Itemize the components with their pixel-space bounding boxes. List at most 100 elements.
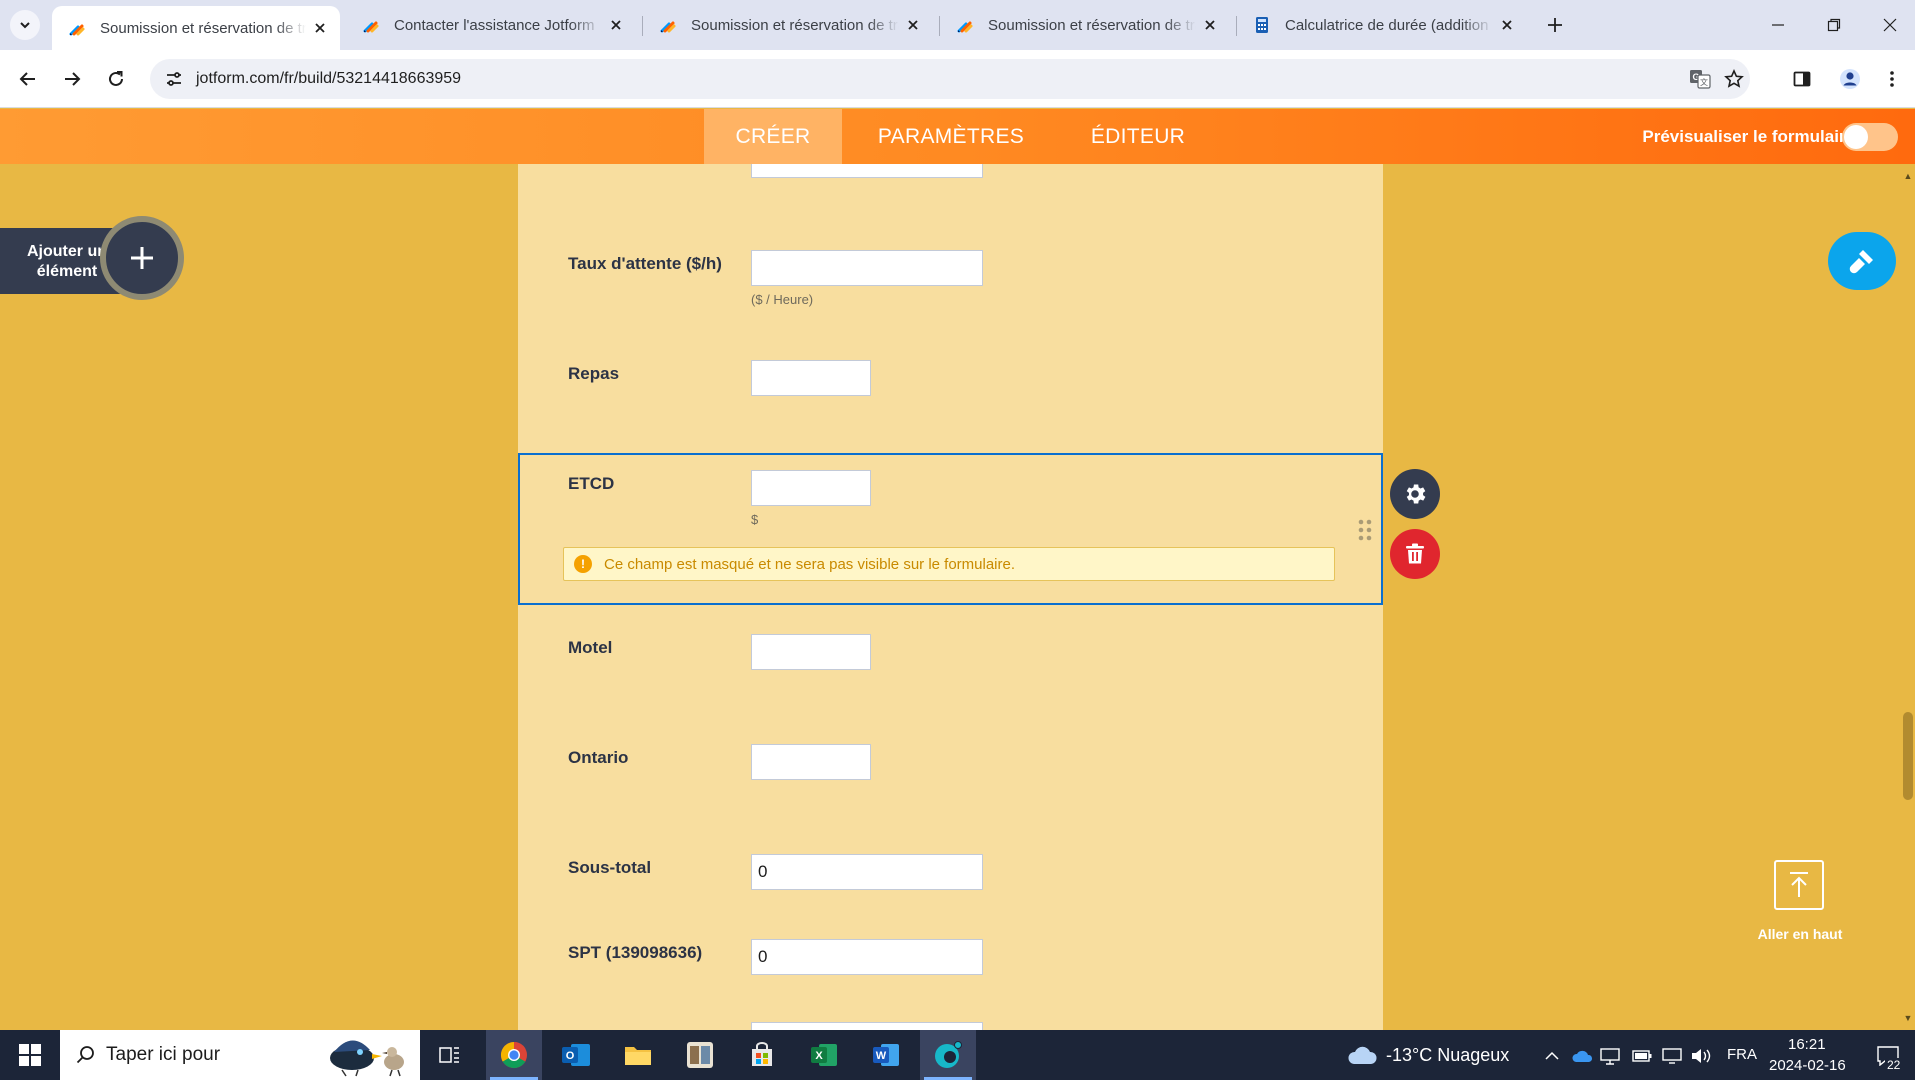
notice-text: Ce champ est masqué et ne sera pas visib… <box>604 555 1016 573</box>
drag-handle-icon[interactable] <box>1358 519 1372 541</box>
scrollbar-thumb[interactable] <box>1903 712 1913 800</box>
svg-text:X: X <box>815 1050 823 1062</box>
tab-search-button[interactable] <box>10 10 40 40</box>
outlook-icon: O <box>562 1044 590 1066</box>
clock-date[interactable]: 2024-02-16 <box>1769 1057 1846 1074</box>
weather-text[interactable]: -13°C Nuageux <box>1386 1045 1509 1066</box>
close-icon[interactable] <box>899 11 927 39</box>
close-icon[interactable] <box>1196 11 1224 39</box>
site-info-button[interactable] <box>160 65 188 93</box>
restore-button[interactable] <box>1806 0 1862 50</box>
tab-publish[interactable]: ÉDITEUR <box>1076 109 1200 164</box>
subtotal-input[interactable]: 0 <box>751 854 983 890</box>
selected-field-outline[interactable] <box>518 453 1383 605</box>
battery-icon[interactable] <box>1631 1045 1653 1067</box>
add-element-plus-button[interactable] <box>100 216 184 300</box>
display-icon[interactable] <box>1661 1045 1683 1067</box>
taskbar-excel[interactable]: X <box>796 1030 852 1080</box>
taskbar-store[interactable] <box>734 1030 790 1080</box>
preview-form-label: Prévisualiser le formulaire <box>1642 126 1855 146</box>
back-button[interactable] <box>12 63 44 95</box>
taskbar-outlook[interactable]: O <box>548 1030 604 1080</box>
star-icon <box>1724 69 1744 88</box>
url-text[interactable]: jotform.com/fr/build/53214418663959 <box>196 70 461 88</box>
browser-toolbar: jotform.com/fr/build/53214418663959 G文 <box>0 50 1915 108</box>
tab-title: Soumission et réservation de tra <box>100 19 306 37</box>
volume-icon[interactable] <box>1691 1045 1713 1067</box>
browser-tab-5[interactable]: Calculatrice de durée (addition <box>1237 6 1527 44</box>
svg-text:W: W <box>876 1050 887 1062</box>
minimize-button[interactable] <box>1750 0 1806 50</box>
paint-roller-icon <box>1849 250 1873 274</box>
avatar-icon <box>1840 69 1860 89</box>
clock-time[interactable]: 16:21 <box>1788 1036 1826 1053</box>
go-to-top-button[interactable] <box>1774 860 1824 910</box>
translate-button[interactable]: G文 <box>1685 64 1715 94</box>
chrome-icon <box>500 1041 527 1069</box>
taskbar-word[interactable]: W <box>858 1030 914 1080</box>
taskbar-app-edge[interactable] <box>920 1030 976 1080</box>
scroll-up-arrow-icon[interactable]: ▲ <box>1902 170 1914 182</box>
close-icon[interactable] <box>602 11 630 39</box>
close-icon <box>1883 18 1897 32</box>
start-button[interactable] <box>10 1040 50 1070</box>
forward-button[interactable] <box>56 63 88 95</box>
browser-tab-4[interactable]: Soumission et réservation de tra <box>940 6 1230 44</box>
new-tab-button[interactable] <box>1540 10 1570 40</box>
task-view-button[interactable] <box>422 1030 478 1080</box>
close-icon[interactable] <box>1493 11 1521 39</box>
folder-icon <box>625 1047 651 1065</box>
taskbar-file-explorer[interactable] <box>610 1030 666 1080</box>
plus-icon <box>131 247 153 269</box>
tab-settings[interactable]: PARAMÈTRES <box>862 109 1040 164</box>
profile-button[interactable] <box>1834 63 1866 95</box>
close-icon[interactable] <box>306 14 334 42</box>
form-panel: Taux d'attente ($/h) ($ / Heure) Repas E… <box>518 164 1383 1030</box>
browser-tab-3[interactable]: Soumission et réservation de tra <box>643 6 933 44</box>
store-icon <box>752 1042 772 1066</box>
waiting-rate-input[interactable] <box>751 250 983 286</box>
etcd-input[interactable] <box>751 470 871 506</box>
form-designer-button[interactable] <box>1828 232 1896 290</box>
browser-tab-1[interactable]: Soumission et réservation de tra <box>52 6 340 50</box>
motel-input[interactable] <box>751 634 871 670</box>
svg-text:O: O <box>566 1050 575 1062</box>
arrow-up-icon <box>1790 872 1808 897</box>
chevron-down-icon <box>20 22 30 29</box>
minimize-icon <box>1772 24 1784 26</box>
close-window-button[interactable] <box>1862 0 1915 50</box>
trash-icon <box>1406 543 1424 564</box>
network-monitor-icon[interactable] <box>1599 1045 1621 1067</box>
taskbar-app-sr[interactable] <box>672 1030 728 1080</box>
jotform-favicon-icon <box>660 21 676 33</box>
field-label: Ontario <box>568 748 629 767</box>
tab-title: Calculatrice de durée (addition <box>1285 16 1489 34</box>
taskbar-chrome[interactable] <box>486 1030 542 1080</box>
preview-toggle[interactable] <box>1842 123 1898 151</box>
onedrive-icon[interactable] <box>1571 1045 1593 1067</box>
hidden-field-notice: ! Ce champ est masqué et ne sera pas vis… <box>563 547 1335 581</box>
browser-menu-button[interactable] <box>1876 63 1908 95</box>
address-bar[interactable]: jotform.com/fr/build/53214418663959 G文 <box>150 59 1750 99</box>
field-label: SPT (139098636) <box>568 943 703 962</box>
reload-button[interactable] <box>100 63 132 95</box>
input-language[interactable]: FRA <box>1727 1046 1757 1063</box>
bookmark-button[interactable] <box>1719 64 1749 94</box>
field-properties-button[interactable] <box>1390 469 1440 519</box>
previous-field-input[interactable] <box>751 164 983 178</box>
tab-create[interactable]: CRÉER <box>704 109 842 164</box>
translate-icon: G文 <box>1690 70 1711 89</box>
tray-expand-icon[interactable] <box>1541 1045 1563 1067</box>
taskbar-search-box[interactable]: Taper ici pour <box>60 1030 420 1080</box>
toggle-knob <box>1844 125 1868 149</box>
ontario-input[interactable] <box>751 744 871 780</box>
search-icon <box>76 1046 94 1064</box>
meals-input[interactable] <box>751 360 871 396</box>
spt-input[interactable]: 0 <box>751 939 983 975</box>
side-panel-button[interactable] <box>1786 63 1818 95</box>
delete-field-button[interactable] <box>1390 529 1440 579</box>
browser-tab-2[interactable]: Contacter l'assistance Jotform <box>346 6 636 44</box>
page-scrollbar[interactable] <box>1899 164 1915 1030</box>
scroll-down-arrow-icon[interactable]: ▼ <box>1902 1012 1914 1024</box>
next-field-input[interactable] <box>751 1022 983 1030</box>
